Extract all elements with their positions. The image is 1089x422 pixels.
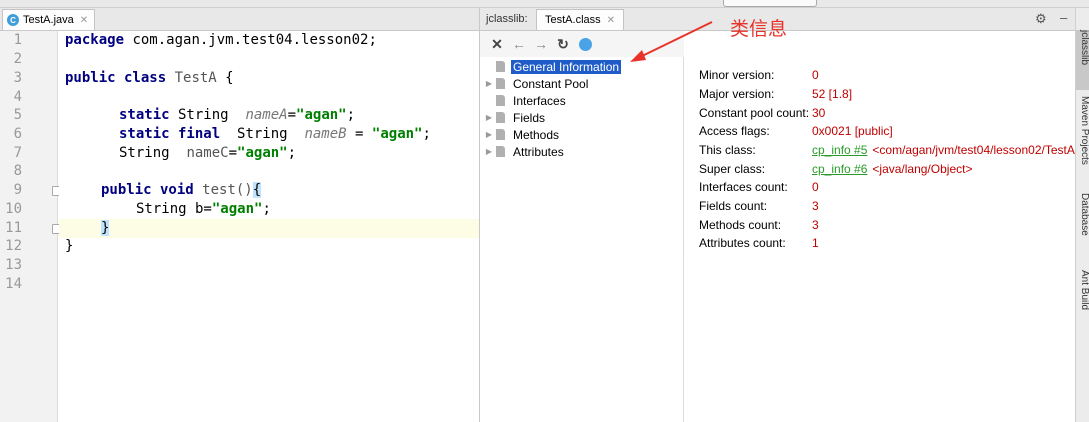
tool-tab-maven-projects[interactable]: Maven Projects xyxy=(1076,96,1089,184)
tool-tab-ant-build[interactable]: Ant Build xyxy=(1076,270,1089,330)
tool-tab-jclasslib[interactable]: jclasslib xyxy=(1076,30,1089,90)
tool-tab-database[interactable]: Database xyxy=(1076,193,1089,257)
right-tool-window-bar: jclasslib Maven Projects Database Ant Bu… xyxy=(1075,8,1089,422)
annotation-arrow-icon xyxy=(630,21,713,62)
